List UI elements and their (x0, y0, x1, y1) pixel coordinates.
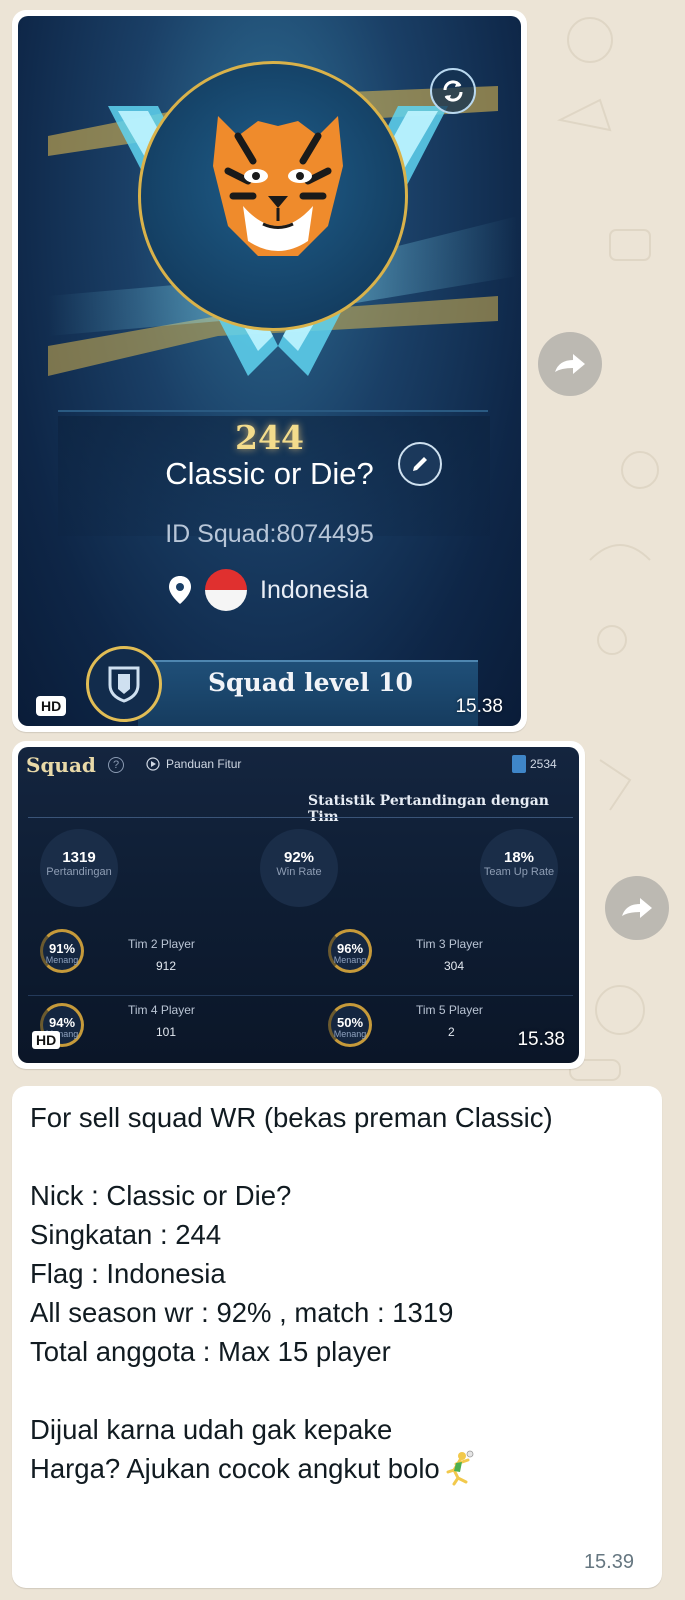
stat-value: 92% (283, 849, 315, 866)
image-message-squad-profile[interactable]: 244 Classic or Die? ID Squad:8074495 Ind… (12, 10, 527, 732)
hd-badge: HD (32, 1031, 61, 1049)
team5-win-ring: 50% Menang (328, 1003, 372, 1047)
handball-emoji-icon (446, 1450, 474, 1486)
stat-value: 18% (503, 849, 535, 866)
message-body: For sell squad WR (bekas preman Classic)… (30, 1098, 640, 1488)
team4-count: 101 (156, 1025, 177, 1039)
tiger-emblem-icon (213, 116, 343, 256)
team2-label: Tim 2 Player (128, 937, 195, 951)
ring-percent: 94% (48, 1015, 76, 1030)
pencil-icon (413, 457, 427, 471)
currency-amount: 2534 (530, 757, 557, 771)
divider (28, 995, 573, 996)
refresh-icon (443, 80, 463, 102)
team5-count: 2 (448, 1025, 455, 1039)
squad-stats-screenshot[interactable]: Squad ? Panduan Fitur 2534 Statistik Per… (18, 747, 579, 1063)
stat-team-up-rate: 18% Team Up Rate (480, 829, 558, 907)
divider (28, 817, 573, 818)
hd-badge: HD (36, 696, 67, 716)
edit-squad-button[interactable] (398, 442, 442, 486)
play-icon (146, 757, 160, 771)
ring-percent: 96% (336, 941, 364, 956)
forward-icon (555, 354, 585, 374)
stats-heading: Statistik Pertandingan dengan Tim (308, 793, 549, 825)
team4-label: Tim 4 Player (128, 1003, 195, 1017)
indonesia-flag-icon (205, 569, 247, 611)
country-name: Indonesia (260, 575, 369, 604)
squad-name: Classic or Die? (165, 456, 374, 491)
squad-level-text: Squad level 10 (208, 668, 413, 697)
team3-win-ring: 96% Menang (328, 929, 372, 973)
ring-label: Menang (333, 1029, 367, 1039)
stat-label: Pertandingan (46, 866, 112, 878)
stat-label: Win Rate (276, 866, 322, 878)
forward-button[interactable] (538, 332, 602, 396)
stats-title: Squad (26, 753, 96, 777)
squad-location: Indonesia (168, 568, 368, 612)
currency-icon (512, 755, 526, 773)
team2-count: 912 (156, 959, 177, 973)
shield-icon (108, 666, 140, 703)
team3-label: Tim 3 Player (416, 937, 483, 951)
help-icon[interactable]: ? (108, 757, 124, 773)
message-time: 15.39 (583, 1551, 634, 1573)
squad-abbreviation: 244 (235, 418, 304, 457)
refresh-emblem-button[interactable] (430, 68, 476, 114)
team5-label: Tim 5 Player (416, 1003, 483, 1017)
forward-icon (622, 898, 652, 918)
ring-label: Menang (45, 955, 79, 965)
feature-guide-link[interactable]: Panduan Fitur (146, 757, 241, 771)
message-time: 15.38 (517, 1029, 565, 1050)
image-message-squad-stats[interactable]: Squad ? Panduan Fitur 2534 Statistik Per… (12, 741, 585, 1069)
squad-id: ID Squad:8074495 (165, 520, 374, 548)
message-time: 15.38 (455, 696, 503, 717)
squad-level-badge (86, 646, 162, 722)
stat-win-rate: 92% Win Rate (260, 829, 338, 907)
guide-label: Panduan Fitur (166, 757, 242, 771)
message-text: For sell squad WR (bekas preman Classic)… (30, 1102, 553, 1484)
ring-percent: 50% (336, 1015, 364, 1030)
stat-matches: 1319 Pertandingan (40, 829, 118, 907)
team3-count: 304 (444, 959, 465, 973)
ring-label: Menang (333, 955, 367, 965)
team2-win-ring: 91% Menang (40, 929, 84, 973)
stat-label: Team Up Rate (483, 866, 555, 878)
squad-profile-screenshot[interactable]: 244 Classic or Die? ID Squad:8074495 Ind… (18, 16, 521, 726)
stat-value: 1319 (62, 849, 96, 866)
text-message[interactable]: For sell squad WR (bekas preman Classic)… (12, 1086, 662, 1588)
ring-percent: 91% (48, 941, 76, 956)
location-pin-icon (169, 576, 191, 604)
forward-button[interactable] (605, 876, 669, 940)
